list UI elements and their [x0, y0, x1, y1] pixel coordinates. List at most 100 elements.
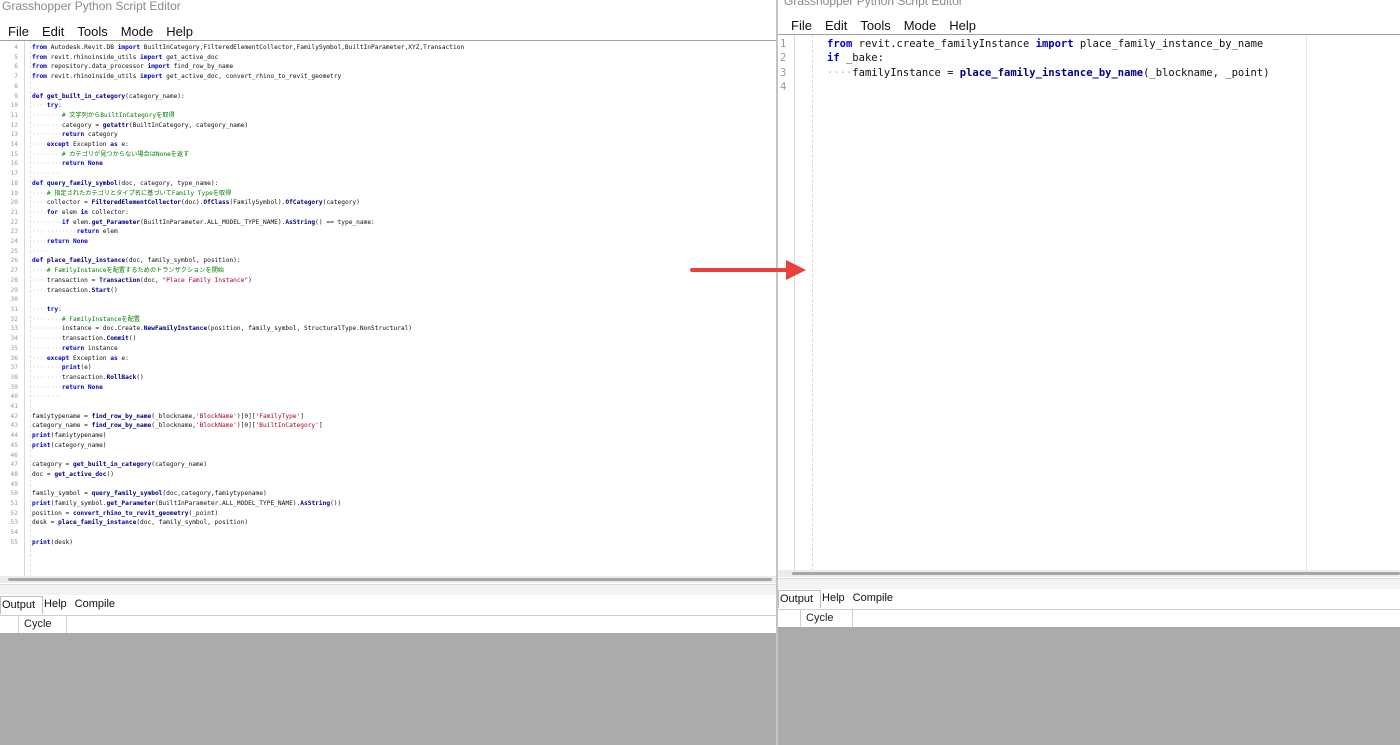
code-line[interactable]: 12 ········category = getattr(BuiltInCate…: [0, 121, 776, 131]
code-line[interactable]: 41: [0, 402, 776, 412]
code-line[interactable]: 28 ····transaction = Transaction(doc, "Pl…: [0, 276, 776, 286]
code-editor[interactable]: 4 from Autodesk.Revit.DB import BuiltInCa…: [0, 40, 776, 577]
menu-file[interactable]: File: [7, 22, 35, 41]
code-line[interactable]: 40 ········: [0, 392, 776, 402]
code-text[interactable]: print(family_symbol.get_Parameter(BuiltI…: [32, 499, 341, 509]
code-text[interactable]: ····transaction = Transaction(doc, "Plac…: [32, 276, 252, 286]
menu-file[interactable]: File: [790, 16, 818, 35]
tab-help[interactable]: Help: [43, 596, 74, 614]
code-line[interactable]: 5 from revit.rhinoinside_utils import get…: [0, 53, 776, 63]
code-line[interactable]: 15 ········# カテゴリが見つからない場合はNoneを返す: [0, 150, 776, 160]
code-line[interactable]: 21 ····for elem in collector:: [0, 208, 776, 218]
code-text[interactable]: ········: [32, 169, 62, 179]
menu-tools[interactable]: Tools: [76, 22, 113, 41]
code-line[interactable]: 32 ········# FamilyInstanceを配置: [0, 315, 776, 325]
column-cycle[interactable]: Cycle: [801, 610, 853, 627]
code-line[interactable]: 51 print(family_symbol.get_Parameter(Buil…: [0, 499, 776, 509]
code-line[interactable]: 26 def place_family_instance(doc, family_…: [0, 256, 776, 266]
code-text[interactable]: from repository.data_processor import fi…: [32, 62, 233, 72]
code-line[interactable]: 7 from revit.rhinoinside_utils import get…: [0, 72, 776, 82]
code-text[interactable]: category_name = find_row_by_name(_blockn…: [32, 421, 323, 431]
code-text[interactable]: ········# FamilyInstanceを配置: [32, 315, 140, 325]
code-text[interactable]: ········# カテゴリが見つからない場合はNoneを返す: [32, 150, 189, 160]
code-line[interactable]: 37 ········print(e): [0, 363, 776, 373]
code-text[interactable]: print(famiytypename): [32, 431, 107, 441]
code-line[interactable]: 39 ········return None: [0, 383, 776, 393]
code-line[interactable]: 38 ········transaction.RollBack(): [0, 373, 776, 383]
menu-edit[interactable]: Edit: [824, 16, 853, 35]
code-text[interactable]: ····# 指定されたカテゴリとタイプ名に基づいてFamily Typeを取得: [32, 189, 231, 199]
horizontal-scrollbar[interactable]: [0, 576, 776, 583]
code-line[interactable]: 49: [0, 480, 776, 490]
code-text[interactable]: ····try:: [32, 305, 62, 315]
code-text[interactable]: ········transaction.RollBack(): [32, 373, 144, 383]
code-line[interactable]: 8: [0, 82, 776, 92]
code-text[interactable]: ····transaction.Start(): [32, 286, 118, 296]
menu-help[interactable]: Help: [165, 22, 199, 41]
code-text[interactable]: position = convert_rhino_to_revit_geomet…: [32, 509, 218, 519]
menu-mode[interactable]: Mode: [903, 16, 943, 35]
code-text[interactable]: ········: [32, 392, 62, 402]
code-text[interactable]: ····except Exception as e:: [32, 140, 129, 150]
code-text[interactable]: ····for elem in collector:: [32, 208, 129, 218]
scrollbar-thumb[interactable]: [8, 578, 772, 581]
scrollbar-thumb[interactable]: [792, 572, 1400, 575]
code-line[interactable]: 29 ····transaction.Start(): [0, 286, 776, 296]
code-line[interactable]: 27 ····# FamilyInstanceを配置するためのトランザクションを開…: [0, 266, 776, 276]
code-text[interactable]: def get_built_in_category(category_name)…: [32, 92, 185, 102]
code-text[interactable]: ········return instance: [32, 344, 118, 354]
code-line[interactable]: 23 ············return elem: [0, 227, 776, 237]
code-line[interactable]: 9 def get_built_in_category(category_name…: [0, 92, 776, 102]
code-line[interactable]: 25 ····: [0, 247, 776, 257]
code-line[interactable]: 11 ········# 文字列からBuiltInCategoryを取得: [0, 111, 776, 121]
code-text[interactable]: ········# 文字列からBuiltInCategoryを取得: [32, 111, 175, 121]
code-line[interactable]: 2 if _bake:: [778, 51, 1400, 65]
code-line[interactable]: 17 ········: [0, 169, 776, 179]
code-text[interactable]: print(category_name): [32, 441, 107, 451]
code-line[interactable]: 22 ········if elem.get_Parameter(BuiltInP…: [0, 218, 776, 228]
code-text[interactable]: ········category = getattr(BuiltInCatego…: [32, 121, 248, 131]
code-line[interactable]: 47 category = get_built_in_category(categ…: [0, 460, 776, 470]
code-line[interactable]: 18 def query_family_symbol(doc, category,…: [0, 179, 776, 189]
code-text[interactable]: family_symbol = query_family_symbol(doc,…: [32, 489, 267, 499]
code-line[interactable]: 14 ····except Exception as e:: [0, 140, 776, 150]
code-line[interactable]: 16 ········return None: [0, 159, 776, 169]
code-text[interactable]: ········print(e): [32, 363, 92, 373]
code-text[interactable]: ········return None: [32, 159, 103, 169]
code-area[interactable]: 1 from revit.create_familyInstance import…: [778, 37, 1400, 94]
menu-mode[interactable]: Mode: [120, 22, 160, 41]
code-text[interactable]: from Autodesk.Revit.DB import BuiltInCat…: [32, 43, 464, 53]
code-line[interactable]: 4 from Autodesk.Revit.DB import BuiltInCa…: [0, 43, 776, 53]
code-line[interactable]: 13 ········return category: [0, 130, 776, 140]
code-text[interactable]: ········return category: [32, 130, 118, 140]
code-line[interactable]: 42 famiytypename = find_row_by_name(_bloc…: [0, 412, 776, 422]
code-line[interactable]: 46: [0, 451, 776, 461]
code-line[interactable]: 55 print(desk): [0, 538, 776, 548]
tab-output[interactable]: Output: [0, 596, 44, 614]
code-text[interactable]: category = get_built_in_category(categor…: [32, 460, 207, 470]
code-line[interactable]: 3 ····familyInstance = place_family_insta…: [778, 66, 1400, 80]
code-line[interactable]: 54: [0, 528, 776, 538]
code-text[interactable]: ····return None: [32, 237, 88, 247]
tab-help[interactable]: Help: [821, 590, 852, 608]
menu-edit[interactable]: Edit: [41, 22, 70, 41]
code-line[interactable]: 1 from revit.create_familyInstance import…: [778, 37, 1400, 51]
code-text[interactable]: if _bake:: [827, 51, 884, 65]
code-line[interactable]: 45 print(category_name): [0, 441, 776, 451]
column-cycle[interactable]: Cycle: [19, 616, 67, 633]
code-text[interactable]: doc = get_active_doc(): [32, 470, 114, 480]
code-line[interactable]: 19 ····# 指定されたカテゴリとタイプ名に基づいてFamily Typeを取…: [0, 189, 776, 199]
code-text[interactable]: from revit.rhinoinside_utils import get_…: [32, 53, 218, 63]
code-line[interactable]: 48 doc = get_active_doc(): [0, 470, 776, 480]
code-line[interactable]: 10 ····try:: [0, 101, 776, 111]
pane-splitter[interactable]: [778, 578, 1400, 589]
code-text[interactable]: famiytypename = find_row_by_name(_blockn…: [32, 412, 304, 422]
code-line[interactable]: 53 desk = place_family_instance(doc, fami…: [0, 518, 776, 528]
menu-help[interactable]: Help: [948, 16, 982, 35]
code-text[interactable]: ········transaction.Commit(): [32, 334, 136, 344]
code-text[interactable]: desk = place_family_instance(doc, family…: [32, 518, 248, 528]
code-line[interactable]: 43 category_name = find_row_by_name(_bloc…: [0, 421, 776, 431]
code-line[interactable]: 6 from repository.data_processor import f…: [0, 62, 776, 72]
code-line[interactable]: 30: [0, 295, 776, 305]
code-text[interactable]: ········instance = doc.Create.NewFamilyI…: [32, 324, 412, 334]
